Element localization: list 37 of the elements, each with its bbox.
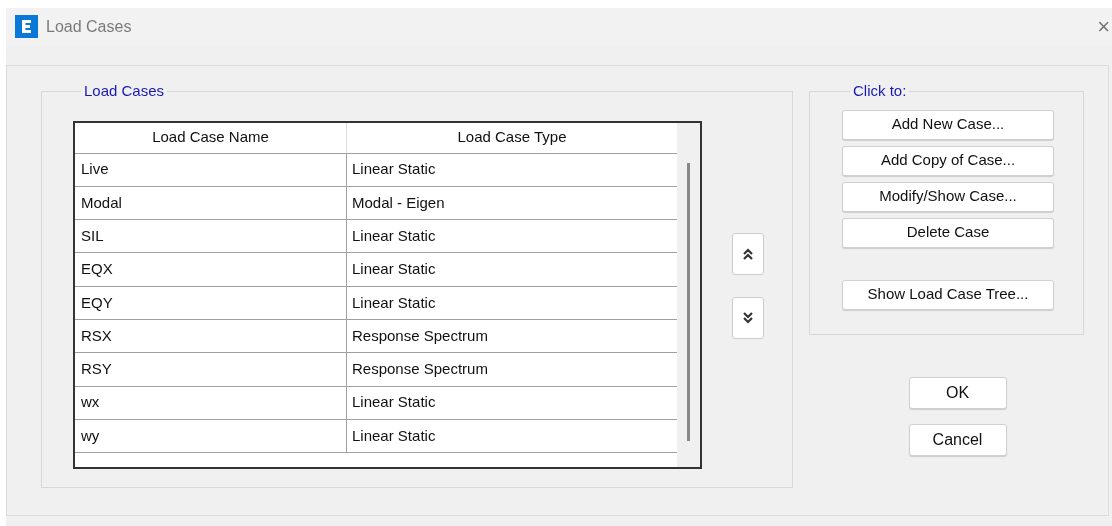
table-cell-text: Linear Static — [351, 425, 437, 446]
window-title: Load Cases — [46, 16, 132, 37]
table-cell: EQY — [75, 286, 347, 319]
action-button[interactable]: Delete Case — [842, 217, 1054, 248]
group-title: Load Cases — [83, 81, 166, 101]
double-down-chevron-icon — [743, 311, 753, 324]
action-button[interactable]: Modify/Show Case... — [842, 181, 1054, 212]
table-cell: EQX — [75, 253, 347, 286]
scrollbar-thumb[interactable] — [687, 162, 690, 441]
table-cell: wx — [75, 386, 347, 419]
table-cell: Live — [75, 153, 347, 186]
table-cell: Modal — [75, 186, 347, 220]
app-logo-icon — [15, 15, 38, 38]
load-case-tree-button[interactable]: Show Load Case Tree... — [842, 279, 1054, 310]
table-cell-text: Linear Static — [351, 292, 437, 313]
table-cell: RSX — [75, 320, 347, 353]
table-cell: SIL — [75, 220, 347, 253]
move-up-button[interactable] — [732, 232, 764, 275]
table-cell-text: Modal - Eigen — [351, 192, 446, 213]
column-header[interactable]: Load Case Name — [75, 122, 347, 153]
table-cell-text: Linear Static — [351, 159, 437, 180]
ok-button[interactable]: OK — [908, 377, 1007, 409]
table-cell: RSY — [75, 353, 347, 386]
table-cell: wy — [75, 419, 347, 453]
action-button[interactable]: Add Copy of Case... — [842, 145, 1054, 176]
table-cell-text: Linear Static — [351, 226, 437, 246]
table-cell-text: Linear Static — [351, 259, 437, 280]
action-button[interactable]: Add New Case... — [842, 109, 1054, 140]
table-cell-text: Response Spectrum — [351, 359, 489, 380]
group-title: Click to: — [852, 81, 908, 101]
close-button[interactable]: × — [1097, 15, 1110, 38]
move-down-button[interactable] — [732, 296, 764, 339]
table-cell-text: Linear Static — [351, 392, 437, 413]
table-cell-text: Response Spectrum — [351, 325, 489, 346]
double-up-chevron-icon — [743, 247, 753, 260]
column-header[interactable]: Load Case Type — [347, 122, 677, 153]
cancel-button[interactable]: Cancel — [908, 424, 1007, 456]
